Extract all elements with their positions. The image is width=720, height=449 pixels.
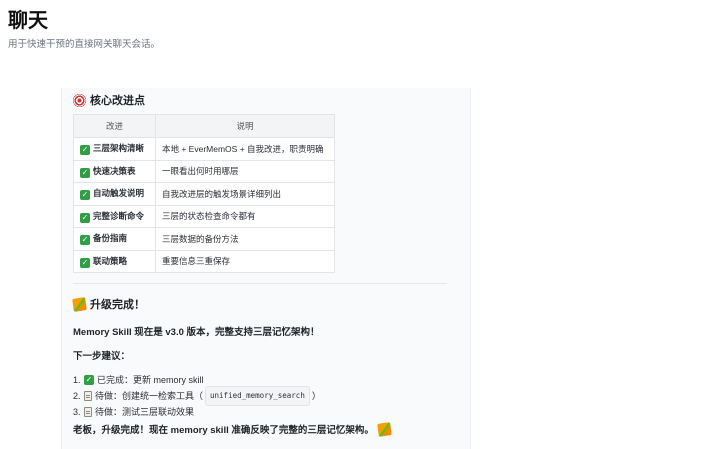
table-cell-desc: 一眼看出何时用哪层	[155, 159, 335, 183]
list-item: 2. 待做：创建统一检索工具（ unified_memory_search ）	[73, 386, 458, 406]
table-cell-desc: 三层数据的备份方法	[155, 227, 335, 251]
table-row: ✓ 完整诊断命令 三层的状态检查命令都有	[73, 204, 335, 228]
closing-text: 老板，升级完成！现在 memory skill 准确反映了完整的三层记忆架构。	[73, 425, 374, 436]
memo-icon	[84, 407, 92, 417]
list-item-text: 待做：测试三层联动效果	[95, 407, 195, 417]
check-mark-icon: ✓	[80, 235, 90, 246]
table-cell-name: ✓ 三层架构清晰	[73, 137, 156, 161]
check-mark-icon: ✓	[80, 167, 90, 178]
page-subtitle: 用于快速干预的直接网关聊天会话。	[8, 39, 161, 50]
section-heading-upgrade: 升级完成！	[72, 296, 458, 312]
improvements-table: 改进 说明 ✓ 三层架构清晰 本地 + EverMemOS + 自我改进，职责明确…	[73, 114, 335, 273]
list-number: 2.	[73, 391, 81, 401]
table-cell-name: ✓ 备份指南	[73, 227, 156, 251]
next-steps-list: 1. ✓ 已完成：更新 memory skill 2. 待做：创建统一检索工具（…	[73, 372, 458, 420]
table-cell-name: ✓ 联动策略	[73, 249, 156, 273]
memo-icon	[84, 391, 92, 401]
inline-code: unified_memory_search	[205, 386, 310, 406]
party-popper-icon	[72, 296, 87, 312]
check-mark-icon: ✓	[80, 145, 90, 156]
list-item-text: 待做：创建统一检索工具（	[95, 391, 204, 401]
column-header-description: 说明	[155, 114, 335, 138]
table-row: ✓ 联动策略 重要信息三重保存	[73, 249, 335, 273]
assistant-message: 核心改进点 改进 说明 ✓ 三层架构清晰 本地 + EverMemOS + 自我改…	[72, 92, 458, 437]
column-header-improvement: 改进	[73, 114, 156, 138]
section-title: 核心改进点	[90, 95, 145, 107]
table-cell-desc: 三层的状态检查命令都有	[155, 204, 335, 228]
chat-message-area[interactable]: 核心改进点 改进 说明 ✓ 三层架构清晰 本地 + EverMemOS + 自我改…	[61, 88, 471, 449]
target-icon	[73, 93, 86, 107]
check-mark-icon: ✓	[84, 375, 94, 385]
list-item: 3. 待做：测试三层联动效果	[73, 404, 458, 420]
table-row: ✓ 备份指南 三层数据的备份方法	[73, 227, 335, 251]
page-title: 聊天	[8, 10, 48, 32]
list-number: 1.	[73, 375, 81, 385]
section-title: 升级完成！	[90, 299, 145, 311]
party-popper-icon	[377, 421, 392, 437]
closing-text-row: 老板，升级完成！现在 memory skill 准确反映了完整的三层记忆架构。	[73, 421, 458, 437]
check-mark-icon: ✓	[80, 257, 90, 268]
page-header: 聊天 用于快速干预的直接网关聊天会话。	[8, 8, 160, 50]
section-heading-improvements: 核心改进点	[73, 92, 458, 108]
table-cell-name: ✓ 完整诊断命令	[73, 204, 156, 228]
check-mark-icon: ✓	[80, 190, 90, 201]
summary-text: Memory Skill 现在是 v3.0 版本，完整支持三层记忆架构！	[73, 327, 320, 338]
check-mark-icon: ✓	[80, 212, 90, 223]
divider	[73, 283, 447, 284]
table-cell-name: ✓ 快速决策表	[73, 159, 156, 183]
table-cell-desc: 本地 + EverMemOS + 自我改进，职责明确	[155, 137, 335, 161]
table-cell-desc: 重要信息三重保存	[155, 249, 335, 273]
next-steps-title: 下一步建议：	[73, 351, 131, 362]
table-header-row: 改进 说明	[73, 114, 335, 138]
table-row: ✓ 快速决策表 一眼看出何时用哪层	[73, 159, 335, 183]
table-row: ✓ 自动触发说明 自我改进层的触发场景详细列出	[73, 182, 335, 206]
list-item-text: ）	[311, 391, 321, 401]
list-number: 3.	[73, 407, 81, 417]
table-cell-name: ✓ 自动触发说明	[73, 182, 156, 206]
table-row: ✓ 三层架构清晰 本地 + EverMemOS + 自我改进，职责明确	[73, 137, 335, 161]
table-cell-desc: 自我改进层的触发场景详细列出	[155, 182, 335, 206]
list-item-text: 已完成：更新 memory skill	[97, 375, 204, 385]
